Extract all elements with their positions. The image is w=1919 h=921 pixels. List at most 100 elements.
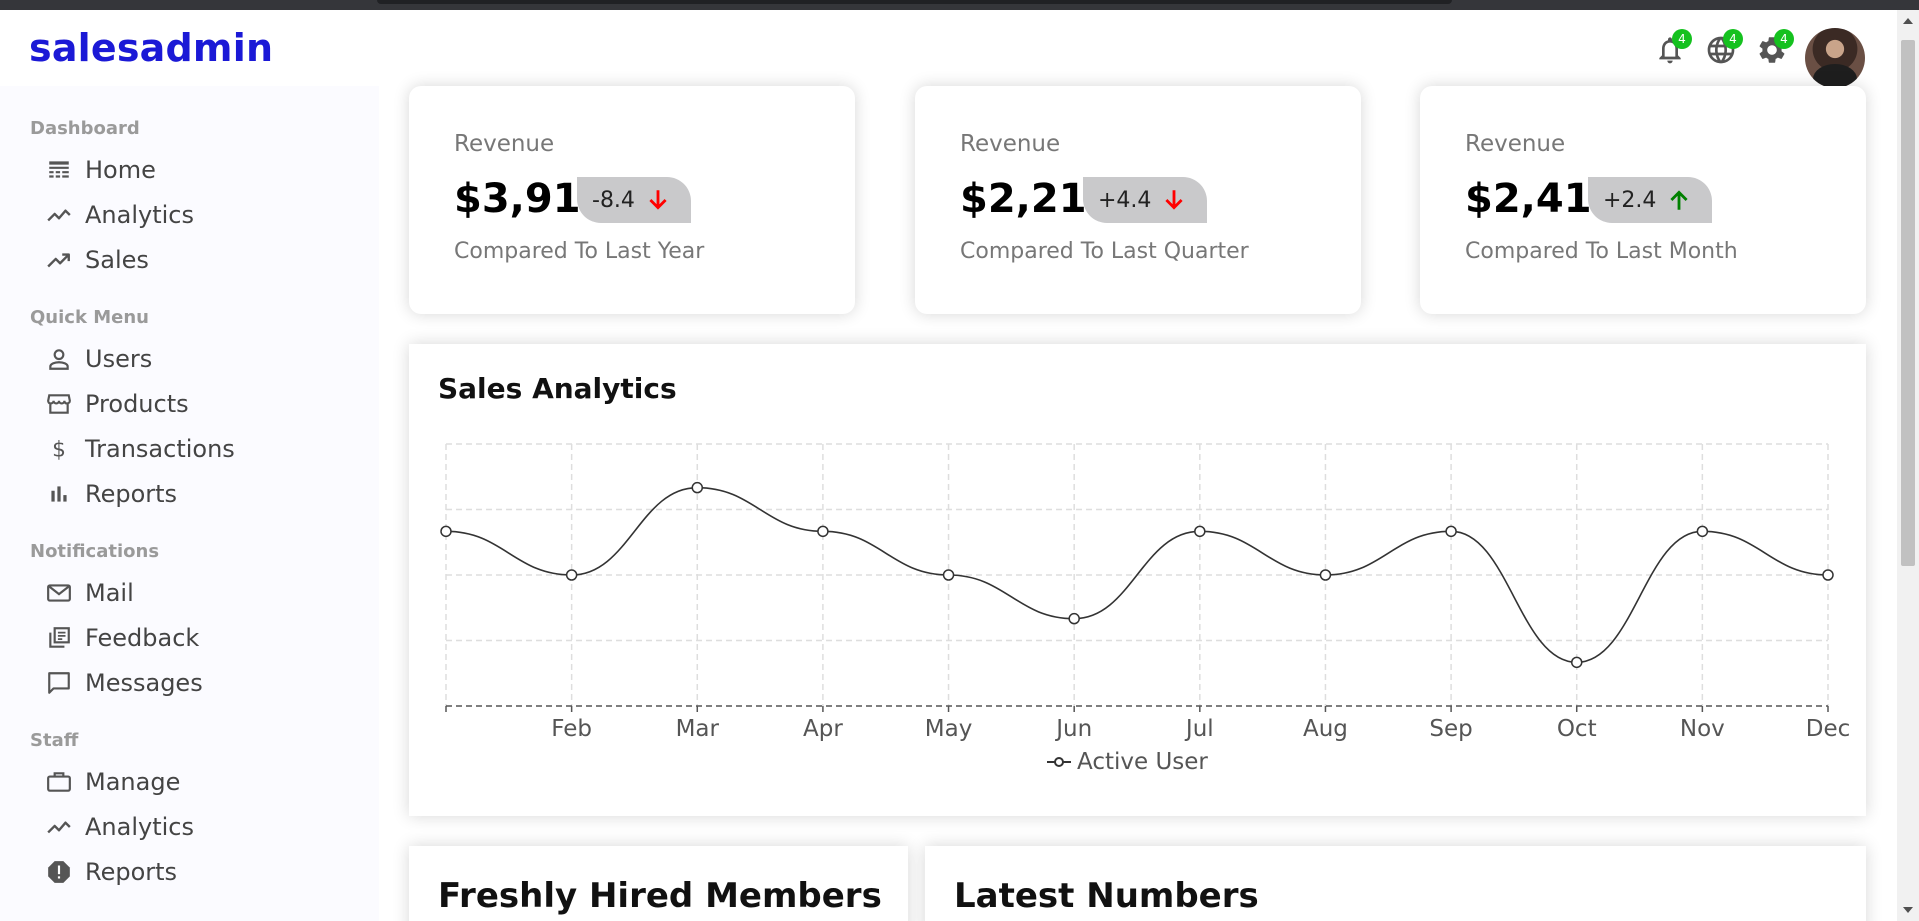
x-tick-label: May xyxy=(925,716,973,742)
sidebar-item-label: Transactions xyxy=(85,435,235,463)
sidebar-item-label: Analytics xyxy=(85,201,194,229)
sidebar-item-label: Manage xyxy=(85,768,181,796)
data-point xyxy=(440,525,452,538)
sidebar-item-home[interactable]: Home xyxy=(45,152,156,188)
arrow-down-icon xyxy=(1165,190,1184,210)
x-tick-label: Sep xyxy=(1429,716,1472,742)
svg-text:$: $ xyxy=(52,438,66,462)
bar-chart-icon xyxy=(45,480,73,508)
library-icon xyxy=(45,624,73,652)
section-title: Latest Numbers xyxy=(954,876,1259,916)
x-tick-label: Dec xyxy=(1806,716,1851,742)
topbar: salesadmin 4 4 4 xyxy=(0,10,1897,88)
chat-bubble-icon xyxy=(45,669,73,697)
rate-badge: +4.4 xyxy=(1083,177,1208,223)
data-point xyxy=(1194,525,1206,538)
logo[interactable]: salesadmin xyxy=(29,26,273,70)
mail-icon xyxy=(45,579,73,607)
sales-analytics-card: Sales Analytics Feb Mar Apr May Jun Jul Aug Sep… xyxy=(409,344,1866,816)
sidebar-item-staff-reports[interactable]: Reports xyxy=(45,854,177,890)
sidebar-item-staff-analytics[interactable]: Analytics xyxy=(45,809,194,845)
timeline-icon xyxy=(45,201,73,229)
data-point xyxy=(691,481,704,494)
storefront-icon xyxy=(45,390,73,418)
sidebar-item-reports[interactable]: Reports xyxy=(45,476,177,512)
data-point xyxy=(1068,612,1080,625)
data-point xyxy=(1696,525,1709,538)
data-point xyxy=(817,525,829,538)
browser-tab xyxy=(377,0,1452,4)
language-badge: 4 xyxy=(1723,29,1743,49)
rate-badge: +2.4 xyxy=(1588,177,1713,223)
data-point xyxy=(1319,569,1332,581)
sidebar-item-label: Home xyxy=(85,156,156,184)
x-tick-label: Feb xyxy=(551,716,592,742)
x-tick-label: Apr xyxy=(803,716,843,742)
sidebar-item-analytics[interactable]: Analytics xyxy=(45,197,194,233)
data-point xyxy=(565,569,578,581)
data-point xyxy=(1822,569,1834,581)
section-title: Freshly Hired Members xyxy=(438,876,882,916)
sidebar-item-transactions[interactable]: $ Transactions xyxy=(45,431,235,467)
page-scrollbar[interactable] xyxy=(1897,10,1919,921)
arrow-down-icon xyxy=(649,190,667,210)
scroll-up-arrow-icon[interactable] xyxy=(1903,18,1913,24)
legend-label: Active User xyxy=(1077,749,1208,775)
scrollbar-thumb[interactable] xyxy=(1901,40,1915,566)
rate-value: +2.4 xyxy=(1603,187,1657,213)
revenue-card: Revenue $2,415 +2.4 Compared To Last Mon… xyxy=(1420,86,1866,314)
x-tick-label: Oct xyxy=(1557,716,1597,742)
rate-value: +4.4 xyxy=(1098,187,1152,213)
sidebar-item-products[interactable]: Products xyxy=(45,386,189,422)
card-title: Revenue xyxy=(454,131,555,157)
arrow-up-icon xyxy=(1670,190,1689,210)
latest-numbers-card: Latest Numbers xyxy=(925,846,1866,921)
x-tick-label: Jun xyxy=(1054,716,1092,742)
sidebar-item-messages[interactable]: Messages xyxy=(45,665,203,701)
notifications-button[interactable]: 4 xyxy=(1650,29,1692,70)
avatar[interactable] xyxy=(1805,28,1865,88)
data-point xyxy=(1445,525,1457,538)
x-tick-label: Nov xyxy=(1680,716,1725,742)
rate-badge: -8.4 xyxy=(577,177,691,223)
sidebar-item-label: Sales xyxy=(85,246,149,274)
scroll-down-arrow-icon[interactable] xyxy=(1903,907,1913,913)
browser-tab-strip xyxy=(0,0,1919,10)
settings-button[interactable]: 4 xyxy=(1752,29,1794,70)
sidebar-item-manage[interactable]: Manage xyxy=(45,764,180,800)
trending-up-icon xyxy=(45,246,73,274)
card-subtitle: Compared To Last Quarter xyxy=(960,239,1249,264)
revenue-card: Revenue $2,215 +4.4 Compared To Last Qua… xyxy=(915,86,1361,314)
settings-badge: 4 xyxy=(1774,29,1794,49)
sidebar-item-label: Reports xyxy=(85,858,178,886)
sales-analytics-chart: Feb Mar Apr May Jun Jul Aug Sep Oct Nov Dec xyxy=(440,443,1851,742)
card-title: Revenue xyxy=(960,131,1061,157)
x-tick-label: Mar xyxy=(676,716,720,742)
sidebar-item-mail[interactable]: Mail xyxy=(45,575,134,611)
sidebar-item-feedback[interactable]: Feedback xyxy=(45,620,199,656)
rate-value: -8.4 xyxy=(592,187,635,213)
freshly-hired-card: Freshly Hired Members xyxy=(409,846,908,921)
chart-legend[interactable]: Active User xyxy=(1047,749,1208,775)
notification-badge: 4 xyxy=(1672,29,1692,49)
dashboard-lines-icon xyxy=(45,156,73,184)
sidebar-item-label: Feedback xyxy=(85,624,200,652)
sidebar-item-label: Analytics xyxy=(85,813,194,841)
card-subtitle: Compared To Last Year xyxy=(454,239,705,264)
sidebar-item-label: Mail xyxy=(85,579,134,607)
x-tick-label: Aug xyxy=(1303,716,1348,742)
sidebar-item-label: Products xyxy=(85,390,189,418)
sidebar-section-dashboard: Dashboard xyxy=(30,118,140,139)
sidebar-item-label: Users xyxy=(85,345,153,373)
language-button[interactable]: 4 xyxy=(1701,29,1743,70)
card-title: Revenue xyxy=(1465,131,1566,157)
sidebar-item-users[interactable]: Users xyxy=(45,341,152,377)
line-legend-icon xyxy=(1047,757,1071,767)
dollar-icon: $ xyxy=(45,435,73,463)
timeline-icon xyxy=(45,813,73,841)
sidebar-item-label: Messages xyxy=(85,669,203,697)
sidebar-item-label: Reports xyxy=(85,480,178,508)
sidebar: Dashboard Home Analytics Sales Quick Men… xyxy=(0,86,379,921)
sidebar-item-sales[interactable]: Sales xyxy=(45,242,149,278)
person-icon xyxy=(45,345,73,373)
